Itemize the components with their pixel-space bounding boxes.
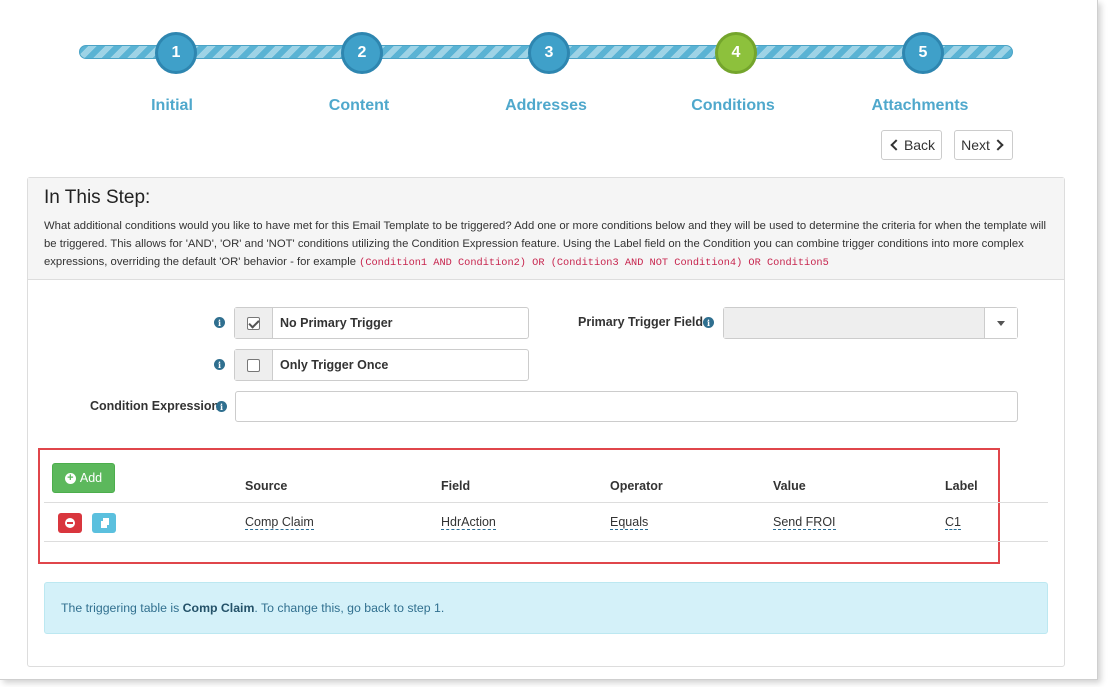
- step-2-circle[interactable]: 2: [341, 32, 383, 74]
- row-label[interactable]: C1: [945, 515, 961, 530]
- row-operator[interactable]: Equals: [610, 515, 649, 530]
- next-button-label: Next: [961, 137, 990, 153]
- panel-description: What additional conditions would you lik…: [44, 217, 1048, 272]
- only-trigger-once-label: Only Trigger Once: [280, 358, 389, 372]
- info-icon[interactable]: i: [703, 317, 714, 328]
- back-button-label: Back: [903, 137, 936, 153]
- chevron-left-icon: [890, 139, 902, 151]
- back-button[interactable]: Back: [881, 130, 942, 160]
- panel-title: In This Step:: [44, 187, 151, 208]
- step-2-label[interactable]: Content: [279, 97, 439, 115]
- next-button[interactable]: Next: [954, 130, 1013, 160]
- step-4-circle[interactable]: 4: [715, 32, 757, 74]
- row-source[interactable]: Comp Claim: [245, 515, 314, 530]
- step-5-label[interactable]: Attachments: [840, 97, 1000, 115]
- copy-condition-button[interactable]: [92, 513, 116, 533]
- no-primary-trigger-checkbox[interactable]: [247, 316, 260, 330]
- column-header-label: Label: [945, 479, 978, 493]
- table-header-divider: [44, 502, 1048, 503]
- chevron-right-icon: [992, 139, 1004, 151]
- alert-table-name: Comp Claim: [182, 601, 255, 615]
- wizard-progress: 1 2 3 4 5 Initial Content Addresses Cond…: [0, 0, 1097, 130]
- no-primary-trigger-addon: [235, 308, 273, 338]
- only-trigger-once-group: Only Trigger Once: [234, 349, 529, 381]
- delete-condition-button[interactable]: [58, 513, 82, 533]
- dropdown-toggle[interactable]: [984, 308, 1017, 338]
- step-5-circle[interactable]: 5: [902, 32, 944, 74]
- column-header-value: Value: [773, 479, 806, 493]
- wizard-window: 1 2 3 4 5 Initial Content Addresses Cond…: [0, 0, 1098, 680]
- column-header-field: Field: [441, 479, 471, 493]
- primary-trigger-field-value[interactable]: [724, 308, 984, 338]
- highlight-box: [38, 448, 1000, 564]
- step-1-circle[interactable]: 1: [155, 32, 197, 74]
- step-3-circle[interactable]: 3: [528, 32, 570, 74]
- only-trigger-once-checkbox[interactable]: [247, 358, 260, 372]
- no-primary-trigger-label: No Primary Trigger: [280, 316, 393, 330]
- info-icon[interactable]: i: [214, 317, 225, 328]
- row-value[interactable]: Send FROI: [773, 515, 836, 530]
- condition-expression-input[interactable]: [235, 391, 1018, 422]
- step-3-label[interactable]: Addresses: [466, 97, 626, 115]
- plus-circle-icon: +: [64, 472, 76, 484]
- no-primary-trigger-group: No Primary Trigger: [234, 307, 529, 339]
- info-icon[interactable]: i: [216, 401, 227, 412]
- column-header-source: Source: [245, 479, 288, 493]
- add-button-label: Add: [79, 471, 103, 485]
- column-header-operator: Operator: [610, 479, 663, 493]
- row-field[interactable]: HdrAction: [441, 515, 496, 530]
- alert-prefix: The triggering table is: [61, 601, 183, 615]
- step-4-label[interactable]: Conditions: [653, 97, 813, 115]
- caret-down-icon: [997, 320, 1005, 326]
- example-expression-code: (Condition1 AND Condition2) OR (Conditio…: [359, 257, 829, 269]
- primary-trigger-field-label: Primary Trigger Field: [578, 315, 704, 329]
- condition-expression-label: Condition Expression: [90, 399, 220, 413]
- step-1-label[interactable]: Initial: [92, 97, 252, 115]
- alert-suffix: . To change this, go back to step 1.: [254, 601, 445, 615]
- add-condition-button[interactable]: + Add: [52, 463, 115, 493]
- panel-heading: In This Step: What additional conditions…: [28, 178, 1064, 280]
- only-trigger-once-addon: [235, 350, 273, 380]
- minus-circle-icon: [65, 518, 75, 528]
- table-row-divider: [44, 541, 1048, 542]
- primary-trigger-field-select[interactable]: [723, 307, 1018, 339]
- info-icon[interactable]: i: [214, 359, 225, 370]
- trigger-table-alert: The triggering table is Comp Claim. To c…: [44, 582, 1048, 634]
- copy-icon: [99, 518, 109, 529]
